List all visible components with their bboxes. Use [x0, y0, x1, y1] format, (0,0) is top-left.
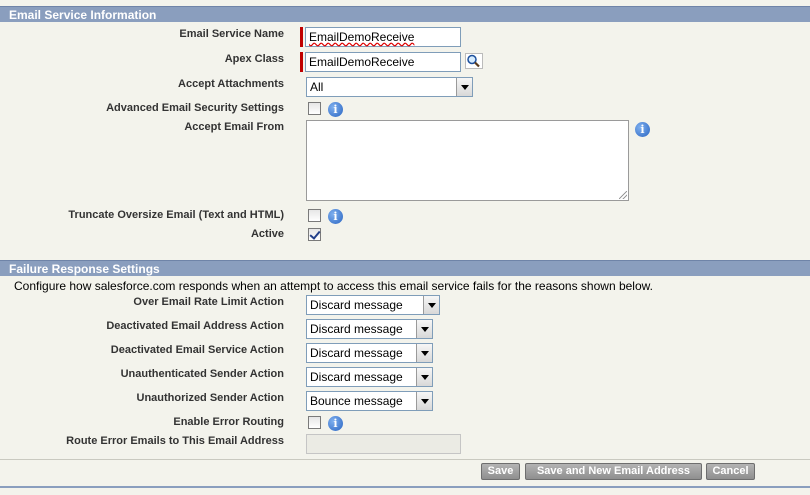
chevron-down-icon [423, 296, 439, 314]
info-icon[interactable]: i [328, 209, 343, 224]
section-header-email-service: Email Service Information [0, 6, 810, 22]
chevron-down-icon [416, 392, 432, 410]
save-and-new-button[interactable]: Save and New Email Address [525, 463, 702, 480]
deactivated-address-label: Deactivated Email Address Action [106, 320, 284, 332]
section-header-failure-response: Failure Response Settings [0, 260, 810, 276]
chevron-down-icon [416, 320, 432, 338]
chevron-down-icon [416, 368, 432, 386]
truncate-oversize-checkbox[interactable] [308, 209, 321, 222]
over-rate-limit-label: Over Email Rate Limit Action [133, 296, 284, 308]
chevron-down-icon [416, 344, 432, 362]
save-button[interactable]: Save [481, 463, 520, 480]
magnifier-lookup-icon[interactable] [465, 53, 483, 69]
accept-attachments-select[interactable]: All [306, 77, 473, 97]
over-rate-limit-select[interactable]: Discard message [306, 295, 440, 315]
deactivated-service-select[interactable]: Discard message [306, 343, 433, 363]
accept-email-from-label: Accept Email From [184, 121, 284, 133]
route-error-email-input[interactable] [306, 434, 461, 454]
active-label: Active [250, 228, 284, 240]
unauthenticated-sender-label: Unauthenticated Sender Action [120, 368, 284, 380]
apex-class-input[interactable]: EmailDemoReceive [305, 52, 461, 72]
bottom-border [0, 486, 810, 488]
info-icon[interactable]: i [328, 416, 343, 431]
unauthorized-sender-label: Unauthorized Sender Action [136, 392, 285, 404]
accept-attachments-label: Accept Attachments [178, 78, 284, 90]
deactivated-service-label: Deactivated Email Service Action [110, 344, 284, 356]
resize-grip-icon[interactable] [619, 191, 627, 199]
accept-attachments-value: All [310, 80, 324, 94]
chevron-down-icon [456, 78, 472, 96]
required-indicator [300, 27, 303, 47]
info-icon[interactable]: i [328, 102, 343, 117]
footer-divider [0, 459, 810, 460]
apex-class-label: Apex Class [224, 53, 284, 65]
unauthorized-sender-select[interactable]: Bounce message [306, 391, 433, 411]
advanced-security-checkbox[interactable] [308, 102, 321, 115]
truncate-oversize-label: Truncate Oversize Email (Text and HTML) [68, 209, 284, 221]
email-service-name-label: Email Service Name [179, 28, 284, 40]
required-indicator [300, 52, 303, 72]
email-service-name-input[interactable]: EmailDemoReceive [305, 27, 461, 47]
accept-email-from-textarea[interactable] [306, 120, 629, 201]
error-routing-label: Enable Error Routing [173, 416, 284, 428]
active-checkbox[interactable] [308, 228, 321, 241]
advanced-security-label: Advanced Email Security Settings [106, 102, 284, 114]
deactivated-address-select[interactable]: Discard message [306, 319, 433, 339]
failure-description: Configure how salesforce.com responds wh… [14, 279, 653, 293]
route-error-label: Route Error Emails to This Email Address [66, 435, 284, 447]
error-routing-checkbox[interactable] [308, 416, 321, 429]
info-icon[interactable]: i [635, 122, 650, 137]
cancel-button[interactable]: Cancel [706, 463, 755, 480]
unauthenticated-sender-select[interactable]: Discard message [306, 367, 433, 387]
